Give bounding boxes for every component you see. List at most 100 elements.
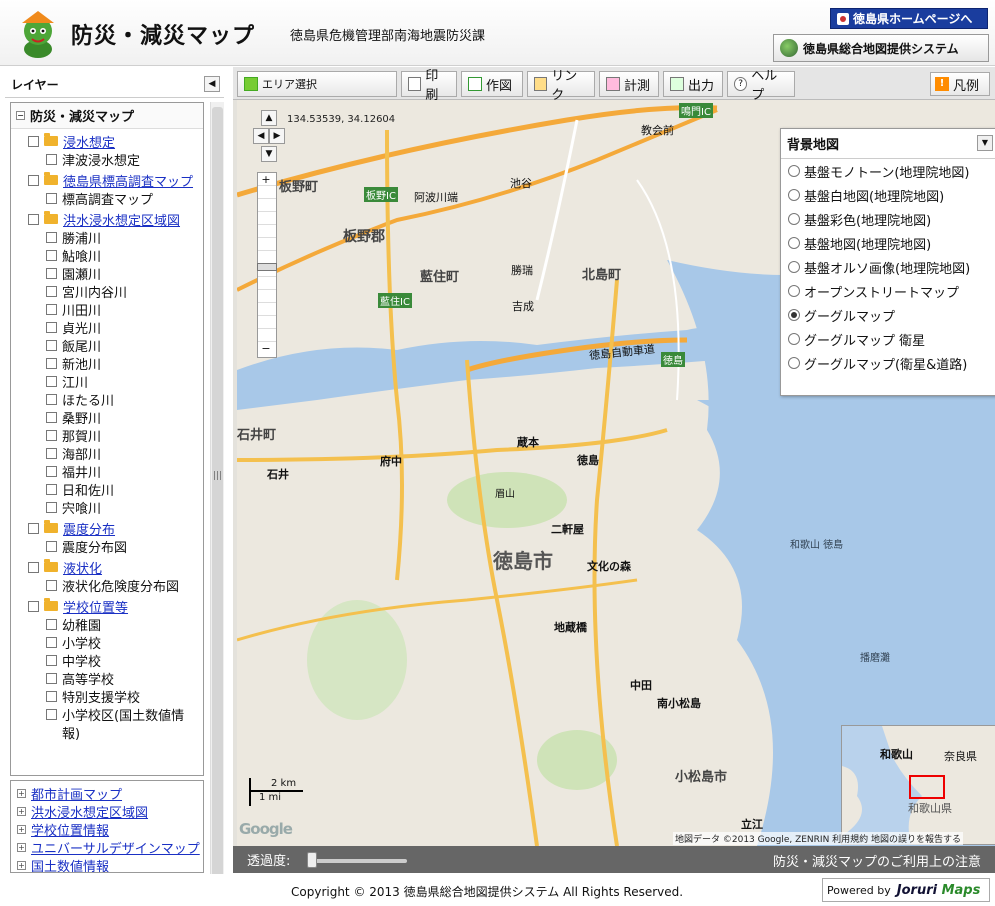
expand-toggle-icon[interactable]: + <box>17 806 26 816</box>
layer-item[interactable]: 標高調査マップ <box>11 189 203 208</box>
layer-group[interactable]: 徳島県標高調査マップ <box>11 171 203 190</box>
help-button[interactable]: ? ヘルプ <box>727 69 795 103</box>
layer-item[interactable]: 江川 <box>11 372 203 391</box>
layer-checkbox[interactable] <box>46 447 57 459</box>
base-map-option[interactable]: 基盤白地図(地理院地図) <box>781 183 995 207</box>
zoom-out-icon[interactable]: − <box>259 343 273 355</box>
base-map-option[interactable]: オープンストリートマップ <box>781 279 995 303</box>
layer-checkbox[interactable] <box>46 375 57 387</box>
layer-checkbox[interactable] <box>46 672 57 684</box>
base-map-dropdown-icon[interactable]: ▼ <box>977 135 993 151</box>
radio-button[interactable] <box>788 285 800 297</box>
collapse-panel-button[interactable]: ◀ <box>204 76 220 92</box>
layer-group-label[interactable]: 学校位置等 <box>63 597 128 616</box>
layer-group[interactable]: 震度分布 <box>11 519 203 538</box>
base-map-option[interactable]: グーグルマップ(衛星&道路) <box>781 351 995 375</box>
layer-group-label[interactable]: 液状化 <box>63 558 102 577</box>
layer-checkbox[interactable] <box>46 654 57 666</box>
panel-scrollbar-thumb[interactable] <box>212 107 223 877</box>
layer-item[interactable]: 宮川内谷川 <box>11 282 203 301</box>
map-category-link[interactable]: + 都市計画マップ <box>11 784 203 803</box>
layer-checkbox[interactable] <box>28 561 39 573</box>
layer-item[interactable]: 鮎喰川 <box>11 246 203 265</box>
layer-group-label[interactable]: 震度分布 <box>63 519 115 538</box>
transparency-slider[interactable] <box>307 859 407 863</box>
layer-item[interactable]: 那賀川 <box>11 426 203 445</box>
layer-item[interactable]: 貞光川 <box>11 318 203 337</box>
transparency-slider-handle[interactable] <box>307 852 317 868</box>
layer-group[interactable]: 洪水浸水想定区域図 <box>11 210 203 229</box>
layer-checkbox[interactable] <box>46 303 57 315</box>
base-map-option[interactable]: グーグルマップ 衛星 <box>781 327 995 351</box>
layer-item[interactable]: 幼稚園 <box>11 615 203 634</box>
expand-toggle-icon[interactable]: + <box>17 824 26 834</box>
base-map-option[interactable]: 基盤地図(地理院地図) <box>781 231 995 255</box>
powered-by-badge[interactable]: Powered by Joruri Maps <box>822 878 990 902</box>
output-button[interactable]: 出力 <box>663 71 723 97</box>
layer-group[interactable]: 浸水想定 <box>11 132 203 151</box>
radio-button[interactable] <box>788 357 800 369</box>
map-canvas[interactable]: 鳴門IC 教会前 板野町 板野IC 阿波川端 池谷 板野郡 藍住町 北島町 勝瑞… <box>237 100 995 846</box>
layer-group[interactable]: 学校位置等 <box>11 597 203 616</box>
base-map-option[interactable]: 基盤彩色(地理院地図) <box>781 207 995 231</box>
layer-checkbox[interactable] <box>46 501 57 513</box>
overview-map[interactable]: 和歌山 奈良県 和歌山県 <box>841 725 995 845</box>
draw-button[interactable]: 作図 <box>461 71 523 97</box>
layer-checkbox[interactable] <box>28 174 39 186</box>
layer-checkbox[interactable] <box>28 600 39 612</box>
radio-button[interactable] <box>788 165 800 177</box>
layer-checkbox[interactable] <box>46 285 57 297</box>
print-button[interactable]: 印刷 <box>401 69 457 103</box>
layer-item[interactable]: 海部川 <box>11 444 203 463</box>
layer-checkbox[interactable] <box>46 321 57 333</box>
layer-item[interactable]: 園瀬川 <box>11 264 203 283</box>
gis-system-link[interactable]: 徳島県総合地図提供システム <box>773 34 989 62</box>
layer-checkbox[interactable] <box>46 411 57 423</box>
layer-item[interactable]: 新池川 <box>11 354 203 373</box>
radio-button[interactable] <box>788 189 800 201</box>
layer-checkbox[interactable] <box>46 465 57 477</box>
base-map-option[interactable]: グーグルマップ <box>781 303 995 327</box>
layer-item[interactable]: 小学校 <box>11 633 203 652</box>
zoom-slider-handle[interactable] <box>257 263 277 271</box>
map-category-link[interactable]: + ユニバーサルデザインマップ <box>11 838 203 857</box>
pan-left-icon[interactable]: ◀ <box>253 128 269 144</box>
prefecture-homepage-link[interactable]: 徳島県ホームページへ <box>830 8 988 29</box>
layer-checkbox[interactable] <box>28 135 39 147</box>
layer-checkbox[interactable] <box>46 339 57 351</box>
base-map-option[interactable]: 基盤オルソ画像(地理院地図) <box>781 255 995 279</box>
radio-button[interactable] <box>788 261 800 273</box>
layer-item[interactable]: 勝浦川 <box>11 228 203 247</box>
map-category-link[interactable]: + 国土数値情報 <box>11 856 203 872</box>
layer-item[interactable]: 日和佐川 <box>11 480 203 499</box>
base-map-option[interactable]: 基盤モノトーン(地理院地図) <box>781 159 995 183</box>
layer-item[interactable]: 福井川 <box>11 462 203 481</box>
area-select-button[interactable]: エリア選択 <box>237 71 397 97</box>
layer-checkbox[interactable] <box>46 579 57 591</box>
layer-item[interactable]: 津波浸水想定 <box>11 150 203 169</box>
layer-checkbox[interactable] <box>46 618 57 630</box>
measure-button[interactable]: 計測 <box>599 71 659 97</box>
layer-checkbox[interactable] <box>46 153 57 165</box>
layer-item[interactable]: 飯尾川 <box>11 336 203 355</box>
radio-button[interactable] <box>788 333 800 345</box>
radio-button[interactable] <box>788 237 800 249</box>
layer-checkbox[interactable] <box>46 690 57 702</box>
expand-toggle-icon[interactable]: + <box>17 842 26 852</box>
layer-group-label[interactable]: 浸水想定 <box>63 132 115 151</box>
layer-checkbox[interactable] <box>46 192 57 204</box>
layer-item[interactable]: 小学校区(国土数値情 <box>11 705 203 724</box>
radio-button[interactable] <box>788 309 800 321</box>
map-category-link[interactable]: + 洪水浸水想定区域図 <box>11 802 203 821</box>
expand-toggle-icon[interactable]: + <box>17 860 26 870</box>
layer-item[interactable]: 高等学校 <box>11 669 203 688</box>
layer-checkbox[interactable] <box>46 393 57 405</box>
link-button[interactable]: リンク <box>527 69 595 103</box>
layer-checkbox[interactable] <box>46 540 57 552</box>
layer-item[interactable]: 液状化危険度分布図 <box>11 576 203 595</box>
pan-up-icon[interactable]: ▲ <box>261 110 277 126</box>
collapse-toggle-icon[interactable]: − <box>16 111 25 120</box>
pan-down-icon[interactable]: ▼ <box>261 146 277 162</box>
layer-item[interactable]: 報) <box>11 723 203 742</box>
layer-group-label[interactable]: 徳島県標高調査マップ <box>63 171 193 190</box>
